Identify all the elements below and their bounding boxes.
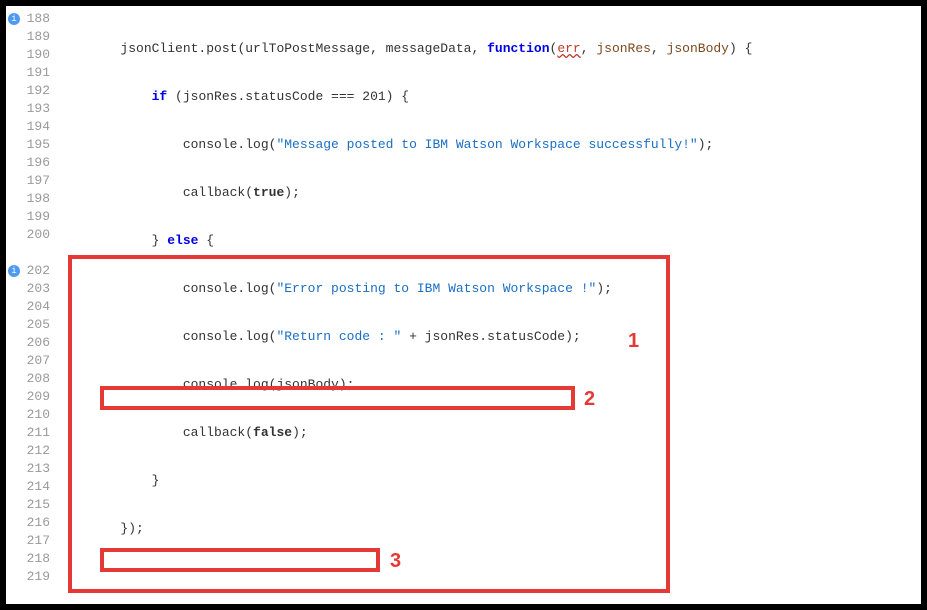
- code-line: console.log("Message posted to IBM Watso…: [58, 136, 921, 154]
- line-number: 189: [10, 28, 50, 46]
- line-number: 205: [10, 316, 50, 334]
- line-number: 206: [10, 334, 50, 352]
- line-number: 195: [10, 136, 50, 154]
- line-number: 215: [10, 496, 50, 514]
- line-number: 210: [10, 406, 50, 424]
- line-number: 219: [10, 568, 50, 586]
- line-number: 190: [10, 46, 50, 64]
- code-line: });: [58, 520, 921, 538]
- info-icon[interactable]: i: [8, 13, 20, 25]
- code-line: if (jsonRes.statusCode === 201) {: [58, 88, 921, 106]
- line-number: 192: [10, 82, 50, 100]
- annotation-callout-3: 3: [390, 550, 401, 573]
- line-number-gutter: 188i189190191192193194195196197198199200…: [6, 6, 58, 604]
- info-icon[interactable]: i: [8, 265, 20, 277]
- code-line: console.log(jsonBody);: [58, 376, 921, 394]
- line-number: 211: [10, 424, 50, 442]
- code-line: } else {: [58, 232, 921, 250]
- line-number: 214: [10, 478, 50, 496]
- line-number: 196: [10, 154, 50, 172]
- line-number: 200: [10, 226, 50, 244]
- code-line: [58, 568, 921, 586]
- line-number: 191: [10, 64, 50, 82]
- line-number: 218: [10, 550, 50, 568]
- line-number: 194: [10, 118, 50, 136]
- line-number: 207: [10, 352, 50, 370]
- code-line: console.log("Error posting to IBM Watson…: [58, 280, 921, 298]
- line-number: 197: [10, 172, 50, 190]
- line-number: 204: [10, 298, 50, 316]
- line-number: [10, 244, 50, 262]
- line-number: 203: [10, 280, 50, 298]
- line-number: 188i: [10, 10, 50, 28]
- annotation-callout-1: 1: [628, 330, 639, 353]
- code-editor[interactable]: 188i189190191192193194195196197198199200…: [6, 6, 921, 604]
- line-number: 213: [10, 460, 50, 478]
- code-line: callback(false);: [58, 424, 921, 442]
- line-number: 216: [10, 514, 50, 532]
- line-number: 199: [10, 208, 50, 226]
- code-line: jsonClient.post(urlToPostMessage, messag…: [58, 40, 921, 58]
- line-number: 208: [10, 370, 50, 388]
- code-area[interactable]: jsonClient.post(urlToPostMessage, messag…: [58, 6, 921, 604]
- line-number: 198: [10, 190, 50, 208]
- line-number: 202i: [10, 262, 50, 280]
- annotation-callout-2: 2: [584, 388, 595, 411]
- line-number: 217: [10, 532, 50, 550]
- line-number: 193: [10, 100, 50, 118]
- line-number: 212: [10, 442, 50, 460]
- code-line: console.log("Return code : " + jsonRes.s…: [58, 328, 921, 346]
- line-number: 209: [10, 388, 50, 406]
- code-line: }: [58, 472, 921, 490]
- code-line: callback(true);: [58, 184, 921, 202]
